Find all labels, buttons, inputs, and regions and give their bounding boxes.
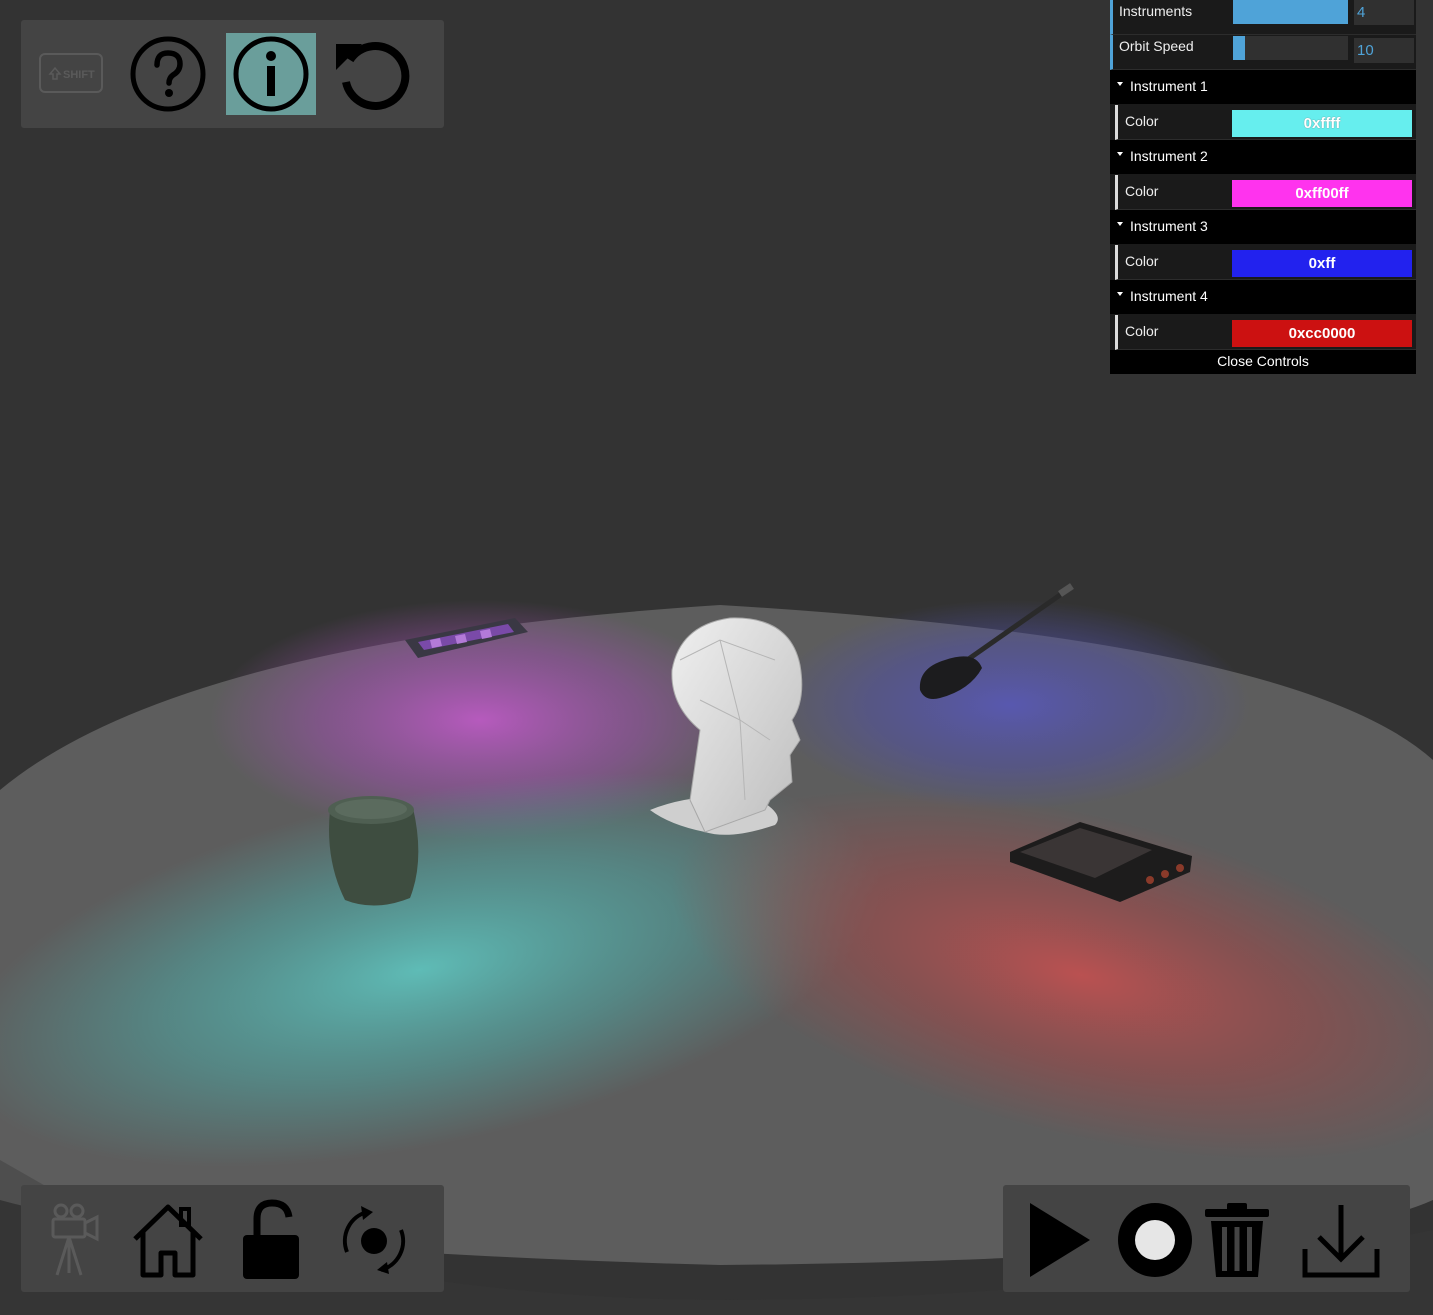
orbit-icon (342, 1206, 406, 1274)
top-toolbar: SHIFT (21, 20, 444, 128)
help-button[interactable] (125, 32, 211, 116)
record-icon (1118, 1203, 1192, 1277)
home-button[interactable] (127, 1195, 209, 1283)
bottom-right-toolbar (1003, 1185, 1410, 1292)
download-icon (1302, 1205, 1380, 1278)
triangle-down-icon (1117, 292, 1123, 296)
shift-key-label: SHIFT (63, 69, 95, 81)
instrument-3-color-swatch[interactable]: 0xff (1232, 250, 1412, 277)
folder-instrument-1[interactable]: Instrument 1 (1110, 70, 1416, 105)
reset-view-button[interactable] (329, 32, 415, 116)
trash-icon (1205, 1203, 1269, 1277)
instruments-slider[interactable] (1233, 0, 1348, 24)
orbit-speed-control: Orbit Speed 10 (1110, 35, 1416, 70)
color-label: Color (1125, 323, 1159, 339)
orbit-speed-value[interactable]: 10 (1354, 38, 1414, 63)
folder-instrument-3[interactable]: Instrument 3 (1110, 210, 1416, 245)
folder-instrument-4[interactable]: Instrument 4 (1110, 280, 1416, 315)
color-label: Color (1125, 253, 1159, 269)
instrument-2-color-swatch[interactable]: 0xff00ff (1232, 180, 1412, 207)
unlock-icon (243, 1199, 299, 1279)
folder-title: Instrument 3 (1130, 218, 1208, 234)
instruments-slider-fill (1233, 0, 1348, 24)
folder-title: Instrument 1 (1130, 78, 1208, 94)
bottom-left-toolbar (21, 1185, 444, 1292)
triangle-down-icon (1117, 222, 1123, 226)
controls-panel: Instruments 4 Orbit Speed 10 Instrument … (1110, 0, 1416, 374)
folder-title: Instrument 4 (1130, 288, 1208, 304)
color-label: Color (1125, 183, 1159, 199)
instruments-control: Instruments 4 (1110, 0, 1416, 35)
help-icon (130, 36, 206, 112)
play-button[interactable] (1019, 1195, 1099, 1285)
camera-icon (51, 1203, 99, 1276)
orbit-speed-label: Orbit Speed (1119, 38, 1194, 54)
reset-icon (336, 42, 410, 110)
folder-title: Instrument 2 (1130, 148, 1208, 164)
triangle-down-icon (1117, 152, 1123, 156)
play-icon (1030, 1203, 1090, 1277)
orbit-button[interactable] (331, 1197, 417, 1281)
shift-key-icon: SHIFT (39, 53, 103, 93)
download-button[interactable] (1299, 1195, 1383, 1285)
triangle-down-icon (1117, 82, 1123, 86)
instrument-1-color-swatch[interactable]: 0xffff (1232, 110, 1412, 137)
color-label: Color (1125, 113, 1159, 129)
instrument-4-color-swatch[interactable]: 0xcc0000 (1232, 320, 1412, 347)
instruments-value[interactable]: 4 (1354, 0, 1414, 25)
instrument-4-color-control: Color 0xcc0000 (1115, 315, 1416, 350)
home-icon (133, 1204, 203, 1278)
folder-instrument-2[interactable]: Instrument 2 (1110, 140, 1416, 175)
unlock-button[interactable] (231, 1195, 311, 1285)
shift-key-button[interactable]: SHIFT (36, 34, 106, 114)
orbit-speed-slider[interactable] (1233, 36, 1348, 60)
delete-button[interactable] (1199, 1195, 1275, 1285)
info-icon (233, 36, 309, 112)
instruments-label: Instruments (1119, 3, 1193, 19)
record-button[interactable] (1113, 1195, 1197, 1285)
camera-button[interactable] (33, 1197, 113, 1281)
orbit-speed-slider-fill (1233, 36, 1245, 60)
instrument-2-color-control: Color 0xff00ff (1115, 175, 1416, 210)
close-controls-button[interactable]: Close Controls (1110, 350, 1416, 374)
drum-instrument[interactable] (328, 796, 419, 906)
info-button[interactable] (226, 33, 316, 115)
instrument-1-color-control: Color 0xffff (1115, 105, 1416, 140)
instrument-3-color-control: Color 0xff (1115, 245, 1416, 280)
